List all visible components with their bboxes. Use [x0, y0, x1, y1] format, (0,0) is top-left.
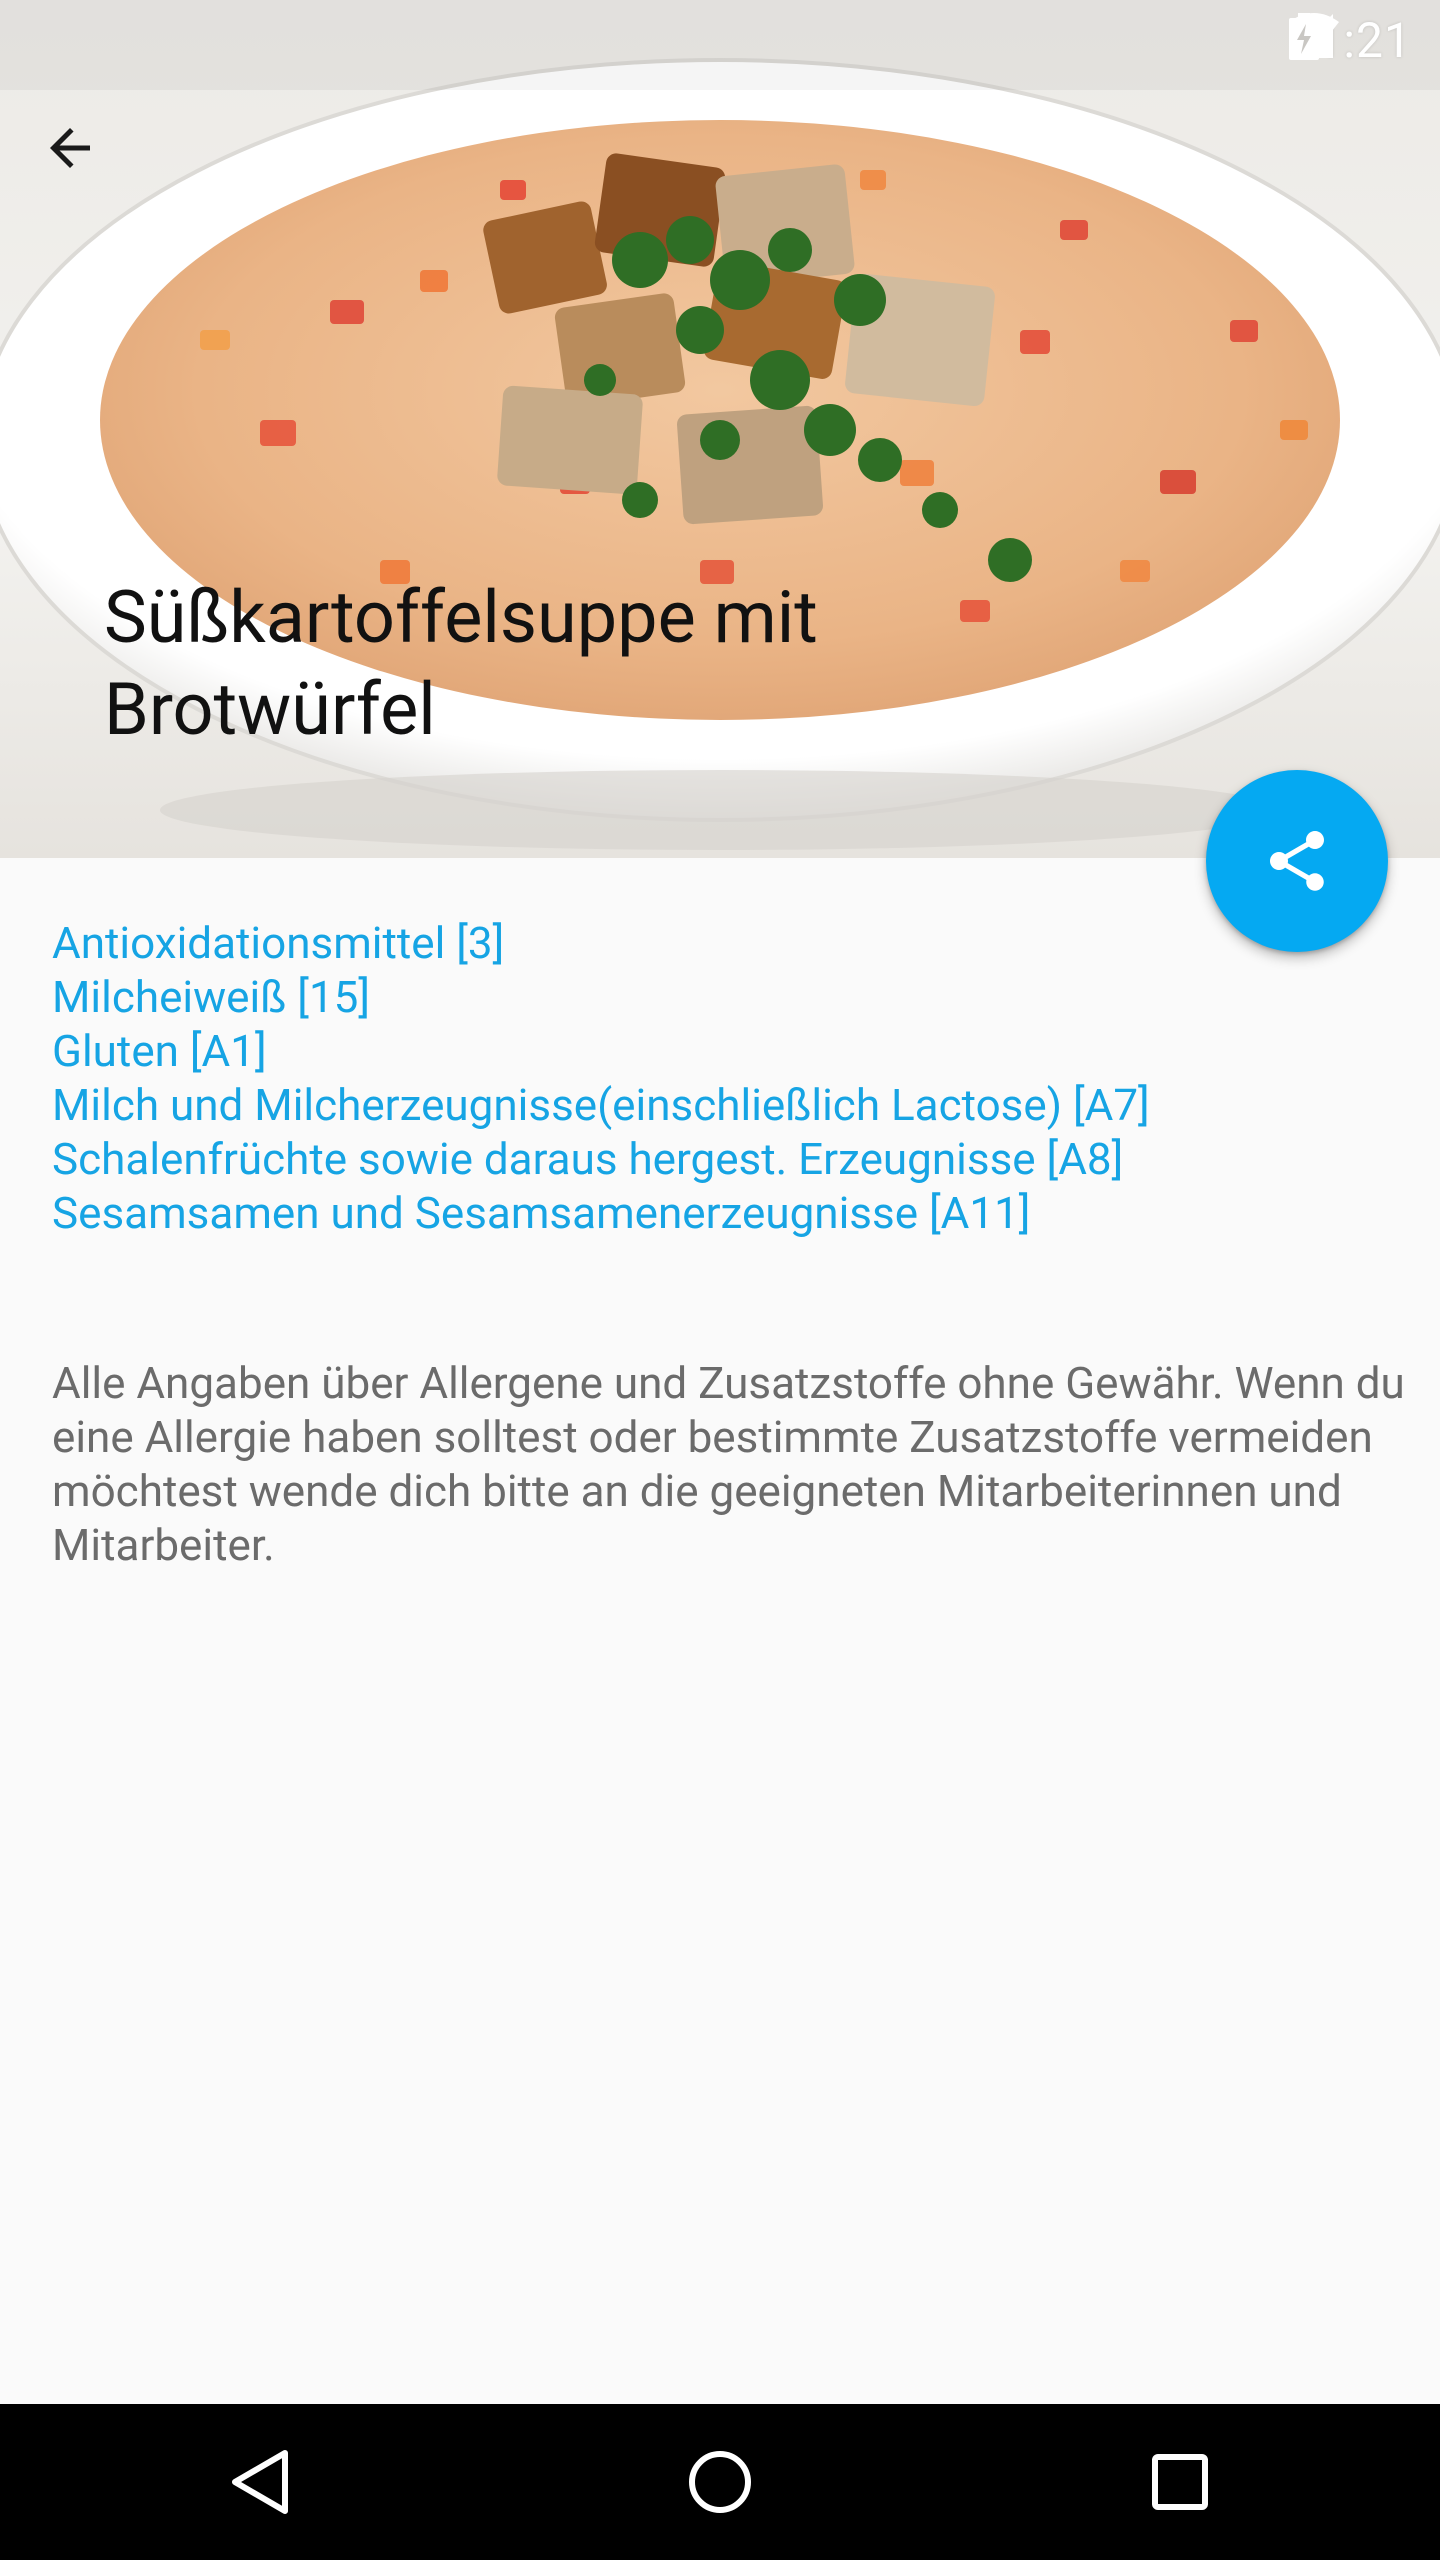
recents-square-icon — [1152, 2454, 1208, 2510]
status-bar: 11:21 — [0, 0, 1440, 80]
allergen-link-gluten[interactable]: Gluten [A1] — [52, 1024, 1352, 1078]
allergen-link-milch[interactable]: Milch und Milcherzeugnisse(einschließlic… — [52, 1078, 1352, 1132]
home-circle-icon — [689, 2451, 751, 2513]
allergen-list: Antioxidationsmittel [3] Milcheiweiß [15… — [52, 916, 1352, 1240]
battery-charging-icon — [1289, 13, 1320, 60]
system-nav-bar — [0, 2404, 1440, 2560]
nav-back-button[interactable] — [190, 2424, 330, 2540]
header-image: 11:21 Süßkartoffelsuppe mit Brotwürfel — [0, 0, 1440, 858]
arrow-back-icon — [50, 128, 90, 168]
disclaimer-text: Alle Angaben über Allergene und Zusatzst… — [52, 1357, 1405, 1571]
back-button[interactable] — [40, 118, 144, 222]
nav-recents-button[interactable] — [1110, 2424, 1250, 2540]
nav-home-button[interactable] — [650, 2424, 790, 2540]
page-title: Süßkartoffelsuppe mit Brotwürfel — [104, 575, 818, 752]
back-triangle-icon — [232, 2450, 288, 2514]
allergen-link-schalenfruechte[interactable]: Schalenfrüchte sowie daraus hergest. Erz… — [52, 1132, 1352, 1186]
allergen-link-sesam[interactable]: Sesamsamen und Sesamsamenerzeugnisse [A1… — [52, 1186, 1352, 1240]
allergen-link-milcheiweiss[interactable]: Milcheiweiß [15] — [52, 970, 1352, 1024]
share-icon — [1270, 831, 1324, 891]
allergen-link-antioxidationsmittel[interactable]: Antioxidationsmittel [3] — [52, 916, 1352, 970]
